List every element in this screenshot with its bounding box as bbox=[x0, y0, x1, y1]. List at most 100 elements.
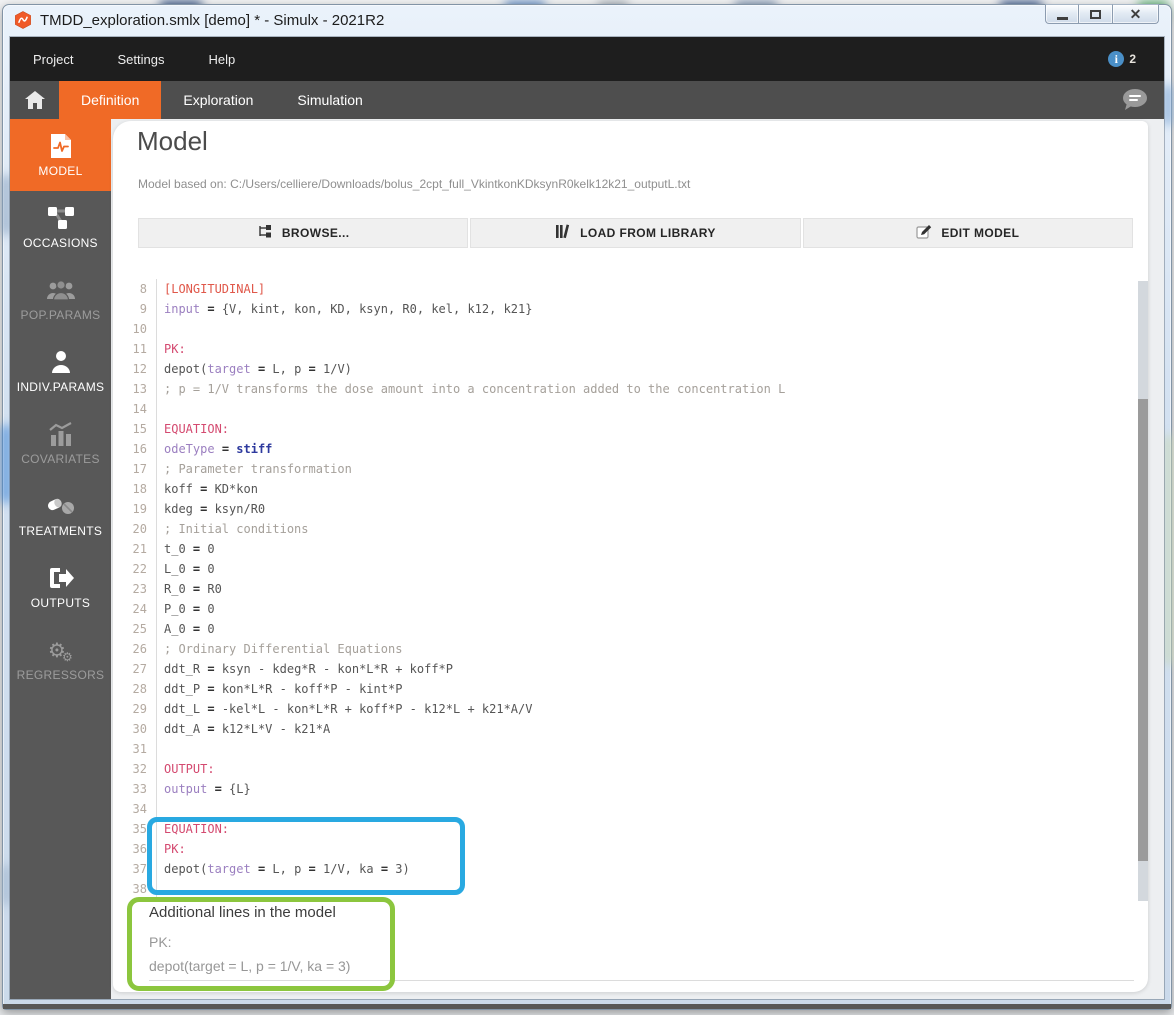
line-number: 37 bbox=[113, 859, 157, 879]
line-number: 25 bbox=[113, 619, 157, 639]
model-file-icon bbox=[49, 133, 73, 159]
line-source: ddt_R = ksyn - kdeg*R - kon*L*R + koff*P bbox=[164, 662, 454, 676]
line-source: koff = KD*kon bbox=[164, 482, 258, 496]
sidebar-item-label: REGRESSORS bbox=[16, 667, 105, 682]
sidebar-item-treatments[interactable]: TREATMENTS bbox=[10, 479, 111, 551]
menubar: Project Settings Help i 2 bbox=[10, 37, 1164, 81]
code-line-31: 31 bbox=[113, 739, 1138, 759]
home-tab[interactable] bbox=[10, 81, 59, 119]
tab-definition[interactable]: Definition bbox=[59, 81, 162, 119]
code-line-34: 34 bbox=[113, 799, 1138, 819]
sidebar-item-model[interactable]: MODEL bbox=[10, 119, 111, 191]
code-line-24: 24 P_0 = 0 bbox=[113, 599, 1138, 619]
line-number: 27 bbox=[113, 659, 157, 679]
minimize-button[interactable] bbox=[1045, 4, 1079, 24]
button-label: BROWSE... bbox=[281, 226, 350, 240]
code-line-37: 37 depot(target = L, p = 1/V, ka = 3) bbox=[113, 859, 1138, 879]
code-line-36: 36 PK: bbox=[113, 839, 1138, 859]
window-title: TMDD_exploration.smlx [demo] * - Simulx … bbox=[40, 11, 385, 29]
notification-area[interactable]: i 2 bbox=[1108, 37, 1136, 81]
sidebar-item-pop-params[interactable]: POP.PARAMS bbox=[10, 263, 111, 335]
line-source: PK: bbox=[164, 842, 186, 856]
line-source: t_0 = 0 bbox=[164, 542, 215, 556]
menu-settings[interactable]: Settings bbox=[117, 52, 164, 67]
line-number: 30 bbox=[113, 719, 157, 739]
line-number: 32 bbox=[113, 759, 157, 779]
outputs-arrow-icon bbox=[48, 565, 74, 591]
line-number: 23 bbox=[113, 579, 157, 599]
edit-model-button[interactable]: EDIT MODEL bbox=[802, 218, 1133, 248]
sidebar-item-regressors[interactable]: ⚙ ⚙ REGRESSORS bbox=[10, 623, 111, 695]
line-number: 13 bbox=[113, 379, 157, 399]
treatments-pills-icon bbox=[46, 493, 76, 519]
line-source: [LONGITUDINAL] bbox=[164, 282, 266, 296]
line-source bbox=[157, 879, 164, 899]
line-source: ddt_P = kon*L*R - koff*P - kint*P bbox=[164, 682, 403, 696]
line-number: 14 bbox=[113, 399, 157, 419]
desktop-blob bbox=[1164, 435, 1173, 665]
line-source: A_0 = 0 bbox=[164, 622, 215, 636]
sidebar-item-label: MODEL bbox=[38, 163, 83, 178]
line-source bbox=[157, 739, 164, 759]
sidebar-item-covariates[interactable]: COVARIATES bbox=[10, 407, 111, 479]
line-source: L_0 = 0 bbox=[164, 562, 215, 576]
code-line-29: 29 ddt_L = -kel*L - kon*L*R + koff*P - k1… bbox=[113, 699, 1138, 719]
code-line-18: 18 koff = KD*kon bbox=[113, 479, 1138, 499]
tab-exploration[interactable]: Exploration bbox=[161, 81, 275, 119]
line-source: R_0 = R0 bbox=[164, 582, 222, 596]
line-number: 20 bbox=[113, 519, 157, 539]
info-icon[interactable]: i bbox=[1108, 51, 1125, 67]
close-button[interactable]: ✕ bbox=[1113, 4, 1159, 24]
browse-button[interactable]: BROWSE... bbox=[138, 218, 469, 248]
page-title: Model bbox=[137, 126, 208, 156]
code-line-23: 23 R_0 = R0 bbox=[113, 579, 1138, 599]
code-line-22: 22 L_0 = 0 bbox=[113, 559, 1138, 579]
sidebar-item-label: OCCASIONS bbox=[23, 235, 98, 250]
load-from-library-button[interactable]: LOAD FROM LIBRARY bbox=[470, 218, 801, 248]
line-number: 29 bbox=[113, 699, 157, 719]
maximize-button[interactable] bbox=[1079, 4, 1113, 24]
model-code-editor[interactable]: 8 [LONGITUDINAL] 9 input = {V, kint, kon, K… bbox=[113, 279, 1138, 899]
titlebar[interactable]: TMDD_exploration.smlx [demo] * - Simulx … bbox=[3, 4, 1171, 35]
window-body: Project Settings Help i 2 Definition Explor… bbox=[10, 37, 1164, 999]
line-source: odeType = stiff bbox=[164, 442, 273, 456]
button-label: EDIT MODEL bbox=[941, 226, 1020, 240]
line-source: ddt_A = k12*L*V - k21*A bbox=[164, 722, 331, 736]
tab-simulation[interactable]: Simulation bbox=[275, 81, 384, 119]
line-number: 33 bbox=[113, 779, 157, 799]
line-source: input = {V, kint, kon, KD, ksyn, R0, kel… bbox=[164, 302, 533, 316]
code-line-28: 28 ddt_P = kon*L*R - koff*P - kint*P bbox=[113, 679, 1138, 699]
code-line-8: 8 [LONGITUDINAL] bbox=[113, 279, 1138, 299]
feedback-bubble-button[interactable] bbox=[1121, 88, 1148, 117]
menu-help[interactable]: Help bbox=[208, 52, 235, 67]
line-number: 18 bbox=[113, 479, 157, 499]
menu-project[interactable]: Project bbox=[33, 52, 73, 67]
line-source: ddt_L = -kel*L - kon*L*R + koff*P - k12*… bbox=[164, 702, 533, 716]
editor-scrollbar[interactable] bbox=[1138, 281, 1148, 901]
code-line-27: 27 ddt_R = ksyn - kdeg*R - kon*L*R + koff… bbox=[113, 659, 1138, 679]
line-number: 12 bbox=[113, 359, 157, 379]
sidebar-item-outputs[interactable]: OUTPUTS bbox=[10, 551, 111, 623]
model-based-on-path: Model based on: C:/Users/celliere/Downlo… bbox=[138, 177, 691, 191]
line-number: 21 bbox=[113, 539, 157, 559]
content-area: Model Model based on: C:/Users/celliere/… bbox=[111, 119, 1164, 999]
tab-items: Definition Exploration Simulation bbox=[59, 81, 385, 119]
sidebar: MODEL OCCASIONS POP.PARAMS INDIV.PARAMS COVA… bbox=[10, 119, 111, 999]
line-source bbox=[157, 319, 164, 339]
line-number: 10 bbox=[113, 319, 157, 339]
code-line-12: 12 depot(target = L, p = 1/V) bbox=[113, 359, 1138, 379]
line-source: depot(target = L, p = 1/V) bbox=[164, 362, 352, 376]
window-bottom-edge bbox=[3, 1004, 1171, 1009]
editor-scrollbar-thumb[interactable] bbox=[1138, 399, 1148, 861]
line-number: 24 bbox=[113, 599, 157, 619]
line-number: 16 bbox=[113, 439, 157, 459]
sidebar-item-indiv-params[interactable]: INDIV.PARAMS bbox=[10, 335, 111, 407]
sidebar-item-label: POP.PARAMS bbox=[20, 307, 101, 322]
sidebar-item-occasions[interactable]: OCCASIONS bbox=[10, 191, 111, 263]
svg-text:⚙: ⚙ bbox=[62, 650, 73, 662]
line-source: depot(target = L, p = 1/V, ka = 3) bbox=[164, 862, 410, 876]
main-area: MODEL OCCASIONS POP.PARAMS INDIV.PARAMS COVA… bbox=[10, 119, 1164, 999]
code-line-20: 20 ; Initial conditions bbox=[113, 519, 1138, 539]
code-line-26: 26 ; Ordinary Differential Equations bbox=[113, 639, 1138, 659]
line-number: 34 bbox=[113, 799, 157, 819]
